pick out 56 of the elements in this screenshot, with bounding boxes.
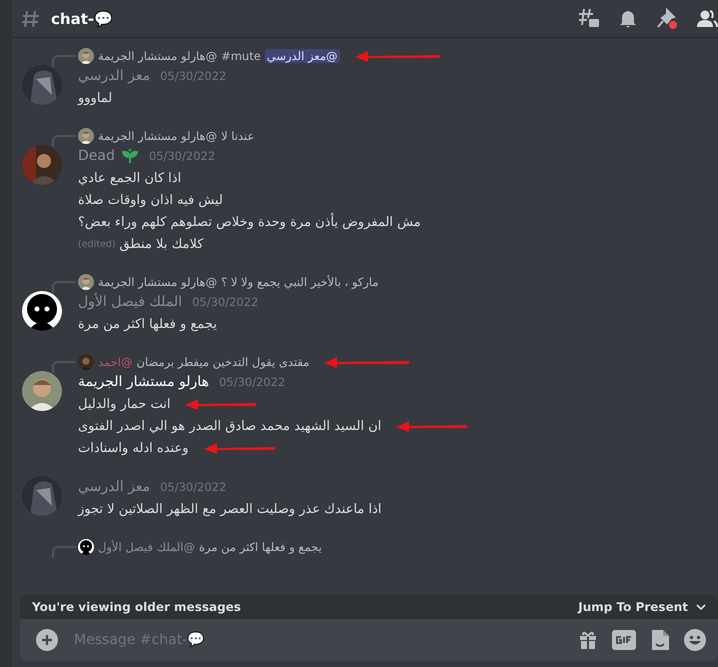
reply-connector <box>52 281 76 293</box>
reply-author[interactable]: @هارلو مستشار الجريمة <box>98 274 218 288</box>
timestamp: 05/30/2022 <box>148 149 216 163</box>
avatar[interactable] <box>22 371 62 411</box>
message-text: كلامك بلا منطق <box>120 236 204 252</box>
message-text: وعنده ادله واسنادات <box>78 440 188 456</box>
username[interactable]: معز الدرسي <box>78 479 150 495</box>
reply-text[interactable]: عندنا لا <box>221 128 254 142</box>
reply-author[interactable]: @هارلو مستشار الجريمة <box>98 128 218 142</box>
avatar[interactable] <box>78 48 94 64</box>
message-text: ليش فيه اذان واوقات صلاة <box>78 192 223 208</box>
message-text: ان السيد الشهيد محمد صادق الصدر هو الي اصدر الفتوى <box>78 418 382 434</box>
avatar[interactable] <box>78 538 94 554</box>
message-text: اذا كان الجمع عادي <box>78 170 182 186</box>
username[interactable]: الملك فيصل الأول <box>78 294 182 310</box>
bell-icon[interactable] <box>618 8 638 28</box>
emoji-icon[interactable] <box>684 629 706 651</box>
reply-connector <box>52 55 76 67</box>
channel-title: chat-💬 <box>51 10 114 28</box>
members-icon[interactable] <box>696 8 718 30</box>
message-text: يجمع و فعلها اكثر من مرة <box>78 316 217 332</box>
avatar[interactable] <box>78 274 94 290</box>
timestamp: 05/30/2022 <box>160 69 226 83</box>
channel-hash-icon <box>21 8 41 28</box>
reply-text[interactable]: ماركو ، بالأخير النبي يجمع ولا لا ؟ <box>221 274 379 288</box>
pin-icon[interactable] <box>656 8 678 30</box>
reply-connector <box>52 361 76 373</box>
reply-text[interactable]: يجمع و فعلها اكثر من مرة <box>198 540 322 554</box>
message-text: انت حمار والدليل <box>78 396 170 412</box>
message-text: اذا ماعندك عذر وصليت العصر مع الظهر الصلاتين لا تجوز <box>78 502 382 516</box>
reply-connector <box>52 135 76 147</box>
reply-connector <box>52 546 76 558</box>
message-text: مش المفروض يأذن مرة وحدة وخلاص تصلوهم كلهم وراء بعض؟ <box>78 214 421 230</box>
message-text: لماووو <box>78 90 112 106</box>
timestamp: 05/30/2022 <box>218 375 286 389</box>
edited-label: (edited) <box>78 238 116 250</box>
sticker-icon[interactable] <box>650 629 670 651</box>
older-messages-notice: You're viewing older messages <box>32 600 241 614</box>
username[interactable]: هارلو مستشار الجريمة <box>78 374 209 390</box>
jump-to-present-button[interactable]: Jump To Present <box>578 600 706 614</box>
reply-author[interactable]: @الملك فيصل الأول <box>98 540 195 554</box>
mention-tag[interactable]: @معز الدرسي <box>264 48 340 62</box>
timestamp: 05/30/2022 <box>160 480 226 494</box>
timestamp: 05/30/2022 <box>192 295 258 309</box>
avatar[interactable] <box>22 291 62 331</box>
chevron-icon <box>696 603 706 611</box>
reply-text[interactable]: مقتدى يقول التدخين ميفطر برمضان <box>136 354 310 368</box>
username[interactable]: معز الدرسي <box>78 68 150 84</box>
threads-icon[interactable] <box>578 8 600 30</box>
channel-link[interactable]: #mute <box>221 48 261 62</box>
gif-icon[interactable] <box>612 630 636 650</box>
add-icon[interactable] <box>36 629 58 651</box>
gift-icon[interactable] <box>578 630 598 650</box>
username[interactable]: Dead <box>78 148 115 164</box>
avatar[interactable] <box>78 128 94 144</box>
reply-author[interactable]: @هارلو مستشار الجريمة <box>98 48 218 62</box>
